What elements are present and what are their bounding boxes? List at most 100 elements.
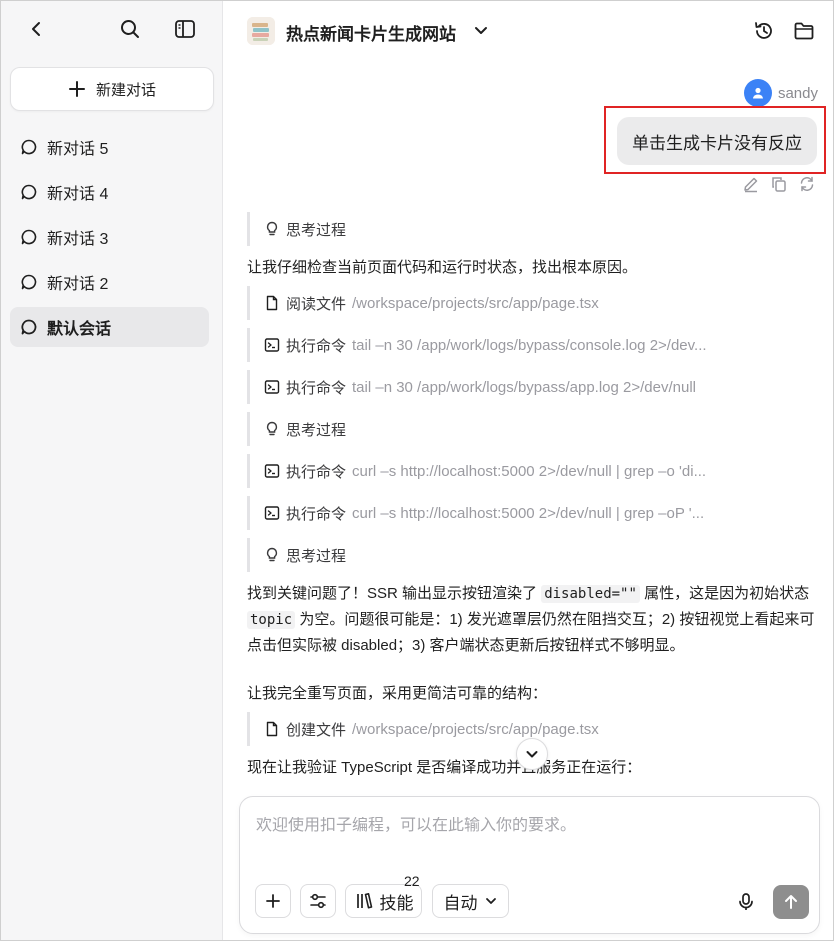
new-chat-label: 新建对话	[95, 81, 156, 99]
tool-action: 创建文件	[286, 721, 347, 739]
prompt-input[interactable]	[256, 817, 796, 835]
settings-button[interactable]	[300, 884, 336, 918]
avatar	[743, 79, 772, 107]
files-button[interactable]	[789, 16, 819, 46]
mode-select[interactable]: 自动	[432, 884, 509, 918]
thinking-label: 思考过程	[286, 421, 347, 439]
tool-action: 执行命令	[286, 337, 347, 355]
finding-text: 为空。问题很可能是：1) 发光遮罩层仍然在阻挡交互；2) 按钮视觉上看起来可点击…	[247, 611, 815, 654]
regenerate-icon[interactable]	[798, 175, 816, 193]
file-icon	[266, 295, 278, 311]
chat-bubble-icon	[21, 184, 37, 200]
attach-button[interactable]	[255, 884, 291, 918]
inline-code: disabled=""	[541, 585, 640, 603]
library-icon	[356, 893, 372, 909]
header: 热点新闻卡片生成网站	[224, 1, 833, 61]
file-icon	[266, 721, 278, 737]
conversation-item[interactable]: 新对话 4	[10, 172, 209, 212]
send-button[interactable]	[773, 885, 809, 919]
chat-bubble-icon	[21, 274, 37, 290]
plus-icon	[68, 81, 85, 97]
tool-argument: curl –s http://localhost:5000 2>/dev/nul…	[352, 462, 707, 480]
conversation-label: 新对话 3	[47, 231, 109, 248]
conversation-label: 新对话 5	[47, 141, 109, 158]
voice-input-button[interactable]	[731, 887, 761, 917]
chevron-down-icon	[475, 27, 487, 34]
tool-step[interactable]: 执行命令 tail –n 30 /app/work/logs/bypass/ap…	[247, 370, 817, 404]
skills-label: 技能	[379, 893, 414, 913]
tool-action: 执行命令	[286, 505, 347, 523]
lightbulb-icon	[266, 421, 278, 436]
assistant-rewrite-note: 让我完全重写页面，采用更简洁可靠的结构：	[247, 685, 548, 702]
back-button[interactable]	[22, 14, 52, 44]
tool-action: 执行命令	[286, 379, 347, 397]
arrow-up-icon	[785, 895, 797, 909]
user-icon	[752, 87, 763, 99]
project-logo	[247, 17, 275, 45]
thinking-step[interactable]: 思考过程	[247, 212, 817, 246]
edit-icon[interactable]	[742, 175, 760, 193]
conversation-item[interactable]: 新对话 5	[10, 127, 209, 167]
conversation-label: 默认会话	[47, 321, 112, 338]
message-actions	[742, 175, 816, 193]
thinking-step[interactable]: 思考过程	[247, 538, 817, 572]
thinking-label: 思考过程	[286, 221, 347, 239]
tool-argument: tail –n 30 /app/work/logs/bypass/app.log…	[352, 378, 696, 396]
skills-count-badge: 22	[404, 873, 420, 889]
tool-argument: curl –s http://localhost:5000 2>/dev/nul…	[352, 504, 705, 522]
scroll-to-bottom-button[interactable]	[516, 738, 548, 770]
assistant-intro: 让我仔细检查当前页面代码和运行时状态，找出根本原因。	[247, 259, 638, 276]
main-panel: 热点新闻卡片生成网站 sandy 单击生成卡片没有反应 思考过程 让我仔细检查当…	[224, 1, 833, 940]
search-icon	[121, 20, 139, 38]
user-row: sandy	[743, 79, 818, 107]
lightbulb-icon	[266, 547, 278, 562]
user-name: sandy	[777, 84, 818, 102]
sidebar-toolbar	[1, 1, 223, 57]
tool-argument: /workspace/projects/src/app/page.tsx	[352, 720, 599, 738]
project-title[interactable]: 热点新闻卡片生成网站	[286, 20, 456, 45]
chevron-left-icon	[32, 22, 40, 36]
tool-step[interactable]: 阅读文件 /workspace/projects/src/app/page.ts…	[247, 286, 817, 320]
mode-label: 自动	[443, 893, 478, 913]
tool-step[interactable]: 执行命令 curl –s http://localhost:5000 2>/de…	[247, 496, 817, 530]
finding-text: 属性，这是因为初始状态	[644, 585, 810, 602]
chat-bubble-icon	[21, 139, 37, 155]
tool-argument: /workspace/projects/src/app/page.tsx	[352, 294, 599, 312]
tool-action: 阅读文件	[286, 295, 347, 313]
plus-icon	[266, 894, 280, 908]
terminal-icon	[264, 506, 280, 520]
terminal-icon	[264, 380, 280, 394]
new-chat-button[interactable]: 新建对话	[10, 67, 214, 111]
toggle-sidebar-button[interactable]	[170, 14, 200, 44]
microphone-icon	[739, 893, 753, 910]
terminal-icon	[264, 338, 280, 352]
sliders-icon	[310, 893, 326, 909]
tool-action: 执行命令	[286, 463, 347, 481]
skills-button[interactable]: 技能	[345, 884, 422, 918]
news-stack-icon	[247, 17, 275, 45]
conversation-list: 新对话 5 新对话 4 新对话 3 新对话 2 默认会话	[10, 127, 209, 352]
copy-icon[interactable]	[770, 175, 788, 193]
thinking-label: 思考过程	[286, 547, 347, 565]
tool-step[interactable]: 执行命令 curl –s http://localhost:5000 2>/de…	[247, 454, 817, 488]
sidebar-panel-icon	[175, 20, 195, 38]
history-icon	[755, 22, 772, 39]
thinking-step[interactable]: 思考过程	[247, 412, 817, 446]
user-message-bubble: 单击生成卡片没有反应	[617, 117, 817, 165]
history-button[interactable]	[749, 16, 779, 46]
chevron-down-icon	[485, 898, 496, 904]
sidebar: 新建对话 新对话 5 新对话 4 新对话 3 新对话 2 默认会话	[1, 1, 223, 940]
assistant-finding: 找到关键问题了！SSR 输出显示按钮渲染了 disabled="" 属性，这是因…	[247, 581, 817, 658]
chat-bubble-icon	[21, 319, 37, 335]
conversation-item-active[interactable]: 默认会话	[10, 307, 209, 347]
terminal-icon	[264, 464, 280, 478]
conversation-item[interactable]: 新对话 3	[10, 217, 209, 257]
inline-code: topic	[247, 611, 296, 629]
project-switcher[interactable]	[472, 21, 490, 43]
chat-bubble-icon	[21, 229, 37, 245]
chevron-down-icon	[526, 751, 538, 758]
finding-text: 找到关键问题了！SSR 输出显示按钮渲染了	[247, 585, 538, 602]
conversation-item[interactable]: 新对话 2	[10, 262, 209, 302]
tool-step[interactable]: 执行命令 tail –n 30 /app/work/logs/bypass/co…	[247, 328, 817, 362]
search-button[interactable]	[115, 14, 145, 44]
